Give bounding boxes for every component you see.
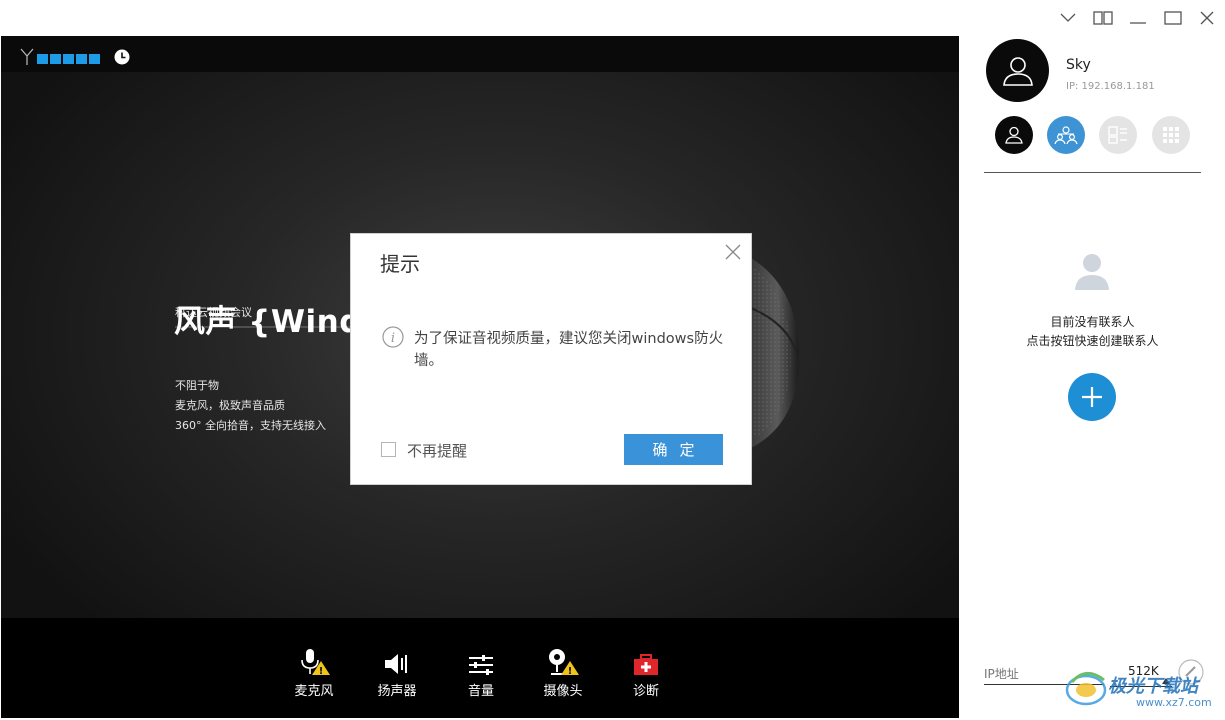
close-window-button[interactable]: [1195, 6, 1219, 30]
tip-dialog: 提示 i 为了保证音视频质量，建议您关闭windows防火墙。 不再提醒 确定: [351, 234, 751, 484]
chevron-down-icon: [1060, 13, 1076, 22]
collapse-button[interactable]: [1056, 6, 1080, 30]
dialog-title: 提示: [380, 252, 420, 276]
camera-warning-icon: !: [528, 646, 598, 676]
signal-bar: [63, 54, 74, 64]
banner-line-1: 不阻于物: [175, 379, 219, 392]
panel-divider: [984, 172, 1201, 173]
dont-remind-checkbox[interactable]: [381, 442, 396, 457]
toolbar-item-5[interactable]: 诊断: [611, 646, 681, 699]
tab-contacts[interactable]: [1099, 116, 1137, 154]
person-icon: [1005, 126, 1023, 144]
maximize-button[interactable]: [1161, 6, 1185, 30]
status-bar: [1, 36, 959, 72]
tab-personal[interactable]: [995, 116, 1033, 154]
site-watermark: 极光下载站 www.xz7.com: [1064, 666, 1224, 716]
signal-bar: [37, 54, 48, 64]
info-icon: i: [382, 326, 404, 348]
tab-group[interactable]: [1047, 116, 1085, 154]
toolbar-item-label: 扬声器: [377, 684, 417, 699]
maximize-icon: [1164, 11, 1182, 25]
signal-bar: [76, 54, 87, 64]
signal-bar: [50, 54, 61, 64]
contact-list-icon: [1108, 126, 1127, 144]
svg-text:!: !: [568, 666, 573, 676]
watermark-text: 极光下载站: [1108, 676, 1198, 697]
signal-antenna-icon: [20, 48, 34, 65]
dialog-close-icon[interactable]: [723, 242, 743, 262]
ok-button[interactable]: 确定: [624, 434, 723, 465]
watermark-url: www.xz7.com: [1136, 696, 1212, 709]
empty-contacts-hint: 点击按钮快速创建联系人: [1026, 334, 1159, 348]
banner-line-3: 360° 全向拾音，支持无线接入: [175, 419, 326, 432]
toolbar-item-1[interactable]: ! 麦克风: [279, 646, 349, 699]
dont-remind-label[interactable]: 不再提醒: [407, 440, 467, 461]
toolbar-item-2[interactable]: 扬声器: [362, 646, 432, 699]
toolbar-item-label: 诊断: [632, 684, 659, 699]
apps-grid-icon: [1163, 127, 1179, 143]
empty-contacts-text: 目前没有联系人: [1050, 315, 1135, 329]
speaker-icon: [362, 646, 432, 676]
device-toolbar: ! 麦克风 扬声器 音量! 摄像头 诊断: [1, 618, 959, 718]
toolbar-item-3[interactable]: 音量: [446, 646, 516, 699]
minimize-icon: [1130, 22, 1146, 24]
microphone-warning-icon: !: [279, 646, 349, 676]
group-icon: [1054, 126, 1078, 145]
split-view-button[interactable]: [1091, 6, 1115, 30]
avatar[interactable]: [986, 39, 1049, 102]
svg-text:!: !: [319, 666, 324, 676]
banner-line-2: 麦克风，极致声音品质: [175, 399, 285, 412]
close-icon: [1200, 11, 1214, 25]
add-contact-button[interactable]: [1068, 373, 1116, 421]
plus-icon: [1082, 387, 1102, 407]
first-aid-icon: [611, 646, 681, 676]
clock-icon[interactable]: [114, 49, 130, 65]
minimize-button[interactable]: [1126, 6, 1150, 30]
toolbar-item-label: 音量: [467, 684, 494, 699]
toolbar-item-label: 麦克风: [294, 684, 334, 699]
empty-contact-icon: [1075, 254, 1109, 290]
volume-sliders-icon: [446, 646, 516, 676]
toolbar-item-label: 摄像头: [543, 684, 583, 699]
svg-text:i: i: [391, 331, 395, 346]
watermark-logo-icon: [1065, 672, 1107, 706]
tab-apps[interactable]: [1152, 116, 1190, 154]
dialog-message: 为了保证音视频质量，建议您关闭windows防火墙。: [414, 331, 724, 369]
signal-bar: [89, 54, 100, 64]
profile-name: Sky: [1066, 57, 1091, 73]
user-icon: [1002, 56, 1033, 86]
profile-ip: IP: 192.168.1.181: [1066, 81, 1155, 92]
split-view-icon: [1093, 11, 1113, 25]
toolbar-item-4[interactable]: ! 摄像头: [528, 646, 598, 699]
